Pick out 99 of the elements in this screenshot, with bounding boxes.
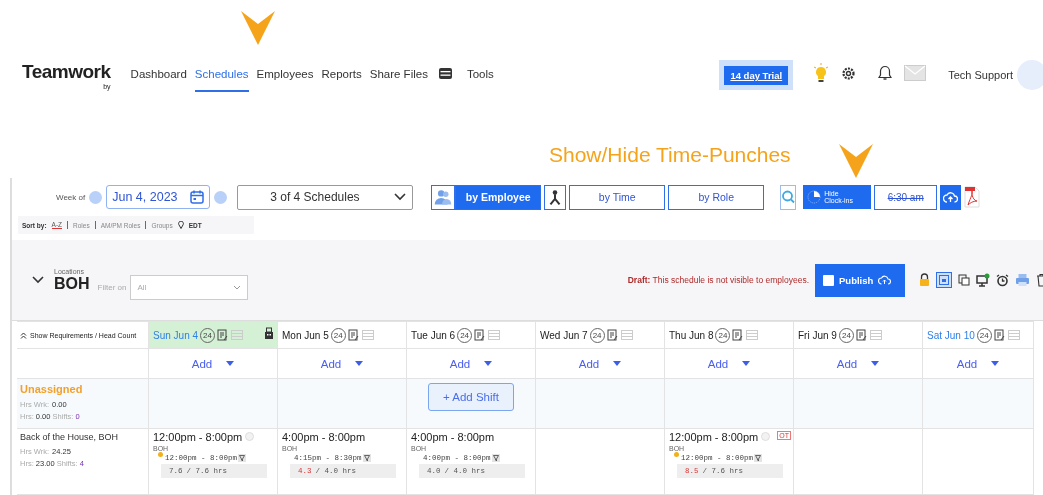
shift-time: 4:00pm - 8:00pm [282,431,366,443]
pointer-arrow-icon [240,10,276,46]
row-name: Unassigned [20,383,84,395]
notes-icon[interactable] [474,329,487,341]
add-dropdown[interactable]: Add [191,357,235,370]
caret-down-icon [991,361,1000,366]
publish-button[interactable]: Publish [815,263,905,297]
schedule-cell[interactable] [794,429,923,495]
add-dropdown[interactable]: Add [578,357,622,370]
schedule-cell[interactable] [278,379,407,429]
schedule-cell[interactable] [923,379,1034,429]
day-label: Sun Jun 4 [153,329,199,341]
filter-icon[interactable] [238,454,246,462]
day-label: Thu Jun 8 [669,329,714,341]
pie-chart-icon [807,190,822,204]
schedule-cell[interactable] [665,379,794,429]
filter-label: Filter on [97,282,127,292]
notes-icon[interactable] [993,329,1006,341]
pdf-icon[interactable] [964,186,981,208]
nav-link[interactable]: Share Files [369,58,428,92]
caret-down-icon [742,361,751,366]
caret-down-icon [484,361,493,366]
filter-icon[interactable] [491,454,500,462]
add-dropdown[interactable]: Add [707,357,751,370]
status-circle-icon [245,432,255,441]
alarm-clock-icon[interactable] [996,273,1009,287]
caret-down-icon [226,361,235,366]
notes-icon[interactable] [217,329,230,341]
schedule-cell[interactable] [536,429,665,495]
nav-link[interactable]: Employees [256,58,314,92]
notes-icon[interactable] [606,329,619,341]
cloud-upload-icon [878,275,892,285]
schedule-cell[interactable] [536,379,665,429]
schedule-cell[interactable]: + Add Shift [407,379,536,429]
shift-time: 4:00pm - 8:00pm [411,431,495,443]
lock-icon[interactable] [919,273,930,287]
view-tab[interactable]: by Time [569,184,666,210]
bell-icon[interactable] [878,65,893,81]
shift-time: 12:00pm - 8:00pm [669,431,759,443]
cloud-upload-icon [943,191,959,203]
nav-link[interactable]: Dashboard [130,58,187,92]
day-label: Fri Jun 9 [798,329,837,341]
caret-down-icon [613,361,622,366]
add-dropdown[interactable]: Add [836,357,880,370]
monitor-icon[interactable] [976,273,990,287]
printer-icon[interactable] [1015,273,1030,287]
draft-notice: Draft: This schedule is not visible to employees. [627,275,809,285]
notes-icon[interactable] [732,329,745,341]
add-dropdown[interactable]: Add [449,357,493,370]
annotation-text: Show/Hide Time-Punches [549,143,791,167]
add-dropdown[interactable]: Add [956,357,1000,370]
schedule-cell[interactable] [149,379,278,429]
pointer-arrow-icon [838,143,874,179]
notes-icon[interactable] [855,329,868,341]
add-shift-button[interactable]: + Add Shift [428,383,514,411]
caret-down-icon [871,361,880,366]
filter-icon[interactable] [754,454,762,462]
robot-icon[interactable] [263,327,275,341]
user-name[interactable]: Tech Support [948,69,1013,81]
copy-icon[interactable] [958,274,970,286]
schedule-cell[interactable] [794,379,923,429]
cloud-upload-button[interactable] [940,184,962,210]
settings-icon[interactable] [841,65,857,81]
lightbulb-icon[interactable] [813,63,830,83]
day-label: Tue Jun 6 [411,329,456,341]
zoom-icon[interactable] [780,184,797,210]
row-name: Back of the House, BOH [20,432,120,442]
nav-link[interactable]: Tools [466,58,494,92]
collapse-up-icon[interactable] [20,331,27,339]
notes-icon[interactable] [347,329,360,341]
time-button[interactable]: 6:30 am [874,184,938,210]
trial-button[interactable]: 14 day Trial [724,66,789,85]
week-label: Week of [56,192,86,202]
schedules-dropdown[interactable]: 3 of 4 Schedules [237,184,414,210]
status-circle-icon [761,432,771,441]
day-label: Wed Jun 7 [540,329,588,341]
calendar-icon[interactable] [936,272,952,288]
nav-link[interactable]: Schedules [194,58,249,92]
filter-icon[interactable] [362,454,371,462]
hierarchy-icon[interactable] [544,184,567,210]
chevron-down-icon [233,284,242,290]
chevron-down-icon [394,193,407,201]
day-label: Mon Jun 5 [282,329,329,341]
schedule-cell[interactable] [923,429,1034,495]
nav-link[interactable]: Reports [321,58,362,92]
drawer-icon[interactable] [437,67,453,80]
caret-down-icon [355,361,364,366]
calendar-icon [190,190,205,204]
shift-time: 12:00pm - 8:00pm [153,431,243,443]
date-field[interactable]: Jun 4, 2023 [106,185,211,209]
view-tab[interactable]: by Employee [455,184,542,210]
day-label: Sat Jun 10 [927,329,975,341]
chevron-down-icon[interactable] [32,276,44,284]
add-dropdown[interactable]: Add [320,357,364,370]
logo-text[interactable]: Teamwork [22,60,111,83]
location-pin-icon [177,221,184,229]
people-icon[interactable] [431,184,456,210]
view-tab[interactable]: by Role [668,184,765,210]
location-name: BOH [54,274,90,293]
